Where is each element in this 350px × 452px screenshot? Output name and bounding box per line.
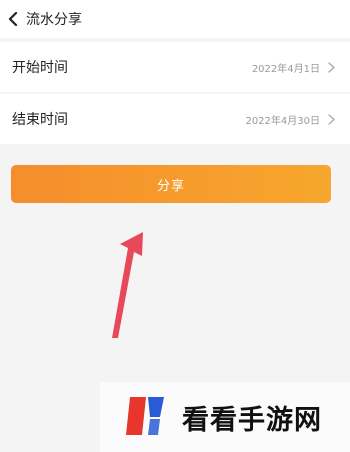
watermark-text: 看看手游网 [182, 404, 322, 436]
watermark: 看看手游网 [100, 382, 350, 452]
watermark-logo-icon [120, 391, 172, 443]
